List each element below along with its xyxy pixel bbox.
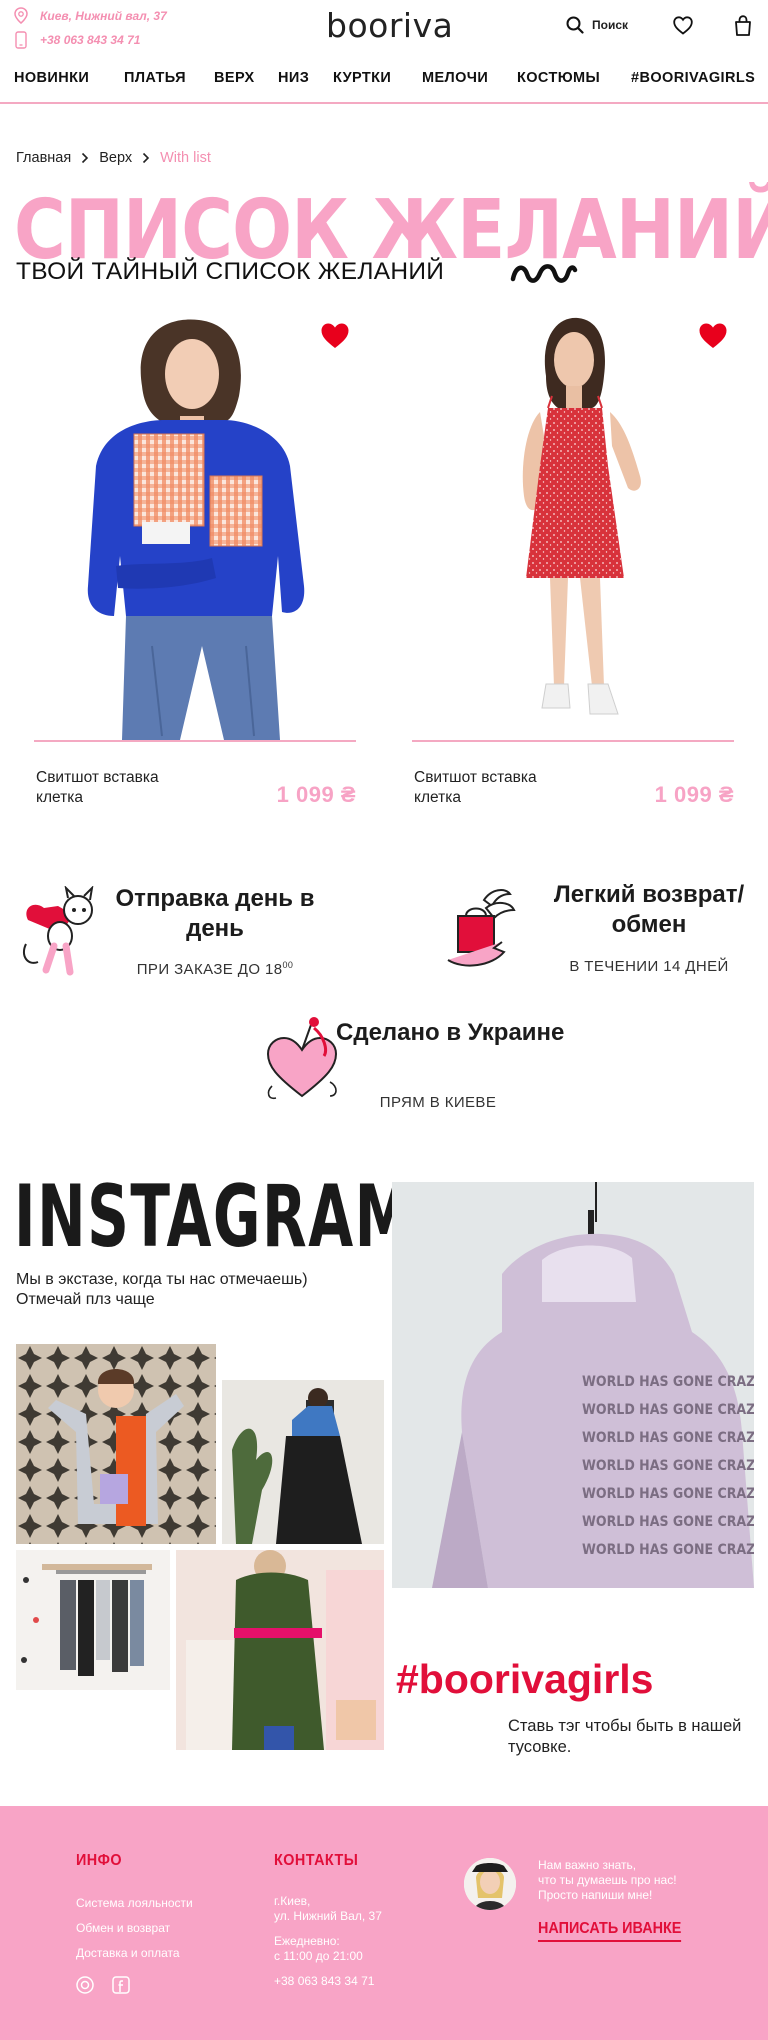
nav-item-suits[interactable]: КОСТЮМЫ: [517, 70, 600, 86]
footer-contacts-heading: КОНТАКТЫ: [274, 1852, 359, 1869]
wishlist-product-card[interactable]: Свитшот вставка клетка 1 099 ₴: [34, 316, 356, 807]
dress-model-image: [522, 317, 641, 715]
footer-phone[interactable]: +38 063 843 34 71: [274, 1974, 374, 1989]
nav-item-new[interactable]: НОВИНКИ: [14, 70, 89, 86]
wishlist-product-card[interactable]: Свитшот вставка клетка 1 099 ₴: [412, 316, 734, 807]
footer-hours-label: Ежедневно:: [274, 1934, 340, 1948]
page-title: ТВОЙ ТАЙНЫЙ СПИСОК ЖЕЛАНИЙ: [16, 258, 445, 285]
facebook-icon[interactable]: [112, 1976, 130, 1994]
instagram-image: [16, 1344, 216, 1544]
feature-title: Легкий возврат/обмен: [553, 881, 745, 938]
cart-bag-icon[interactable]: [734, 15, 752, 36]
hoodie-print-line: WORLD HAS GONE CRAZY: [582, 1486, 754, 1502]
nav-item-bottoms[interactable]: НИЗ: [278, 70, 309, 86]
product-price: 1 099 ₴: [276, 782, 356, 807]
hoodie-print-line: WORLD HAS GONE CRAZY: [582, 1514, 754, 1530]
feature-subtitle-text: ПРИ ЗАКАЗЕ ДО 18: [136, 961, 283, 978]
footer-feedback-line3: Просто напиши мне!: [538, 1888, 653, 1902]
footer-feedback-line1: Нам важно знать,: [538, 1858, 637, 1872]
hoodie-print-line: WORLD HAS GONE CRAZY: [582, 1430, 754, 1446]
sweatshirt-model-image: [87, 319, 305, 740]
footer-city: г.Киев,: [274, 1894, 311, 1908]
location-pin-icon: [14, 7, 28, 24]
instagram-image: [16, 1550, 170, 1690]
footer-link-returns[interactable]: Обмен и возврат: [76, 1921, 170, 1935]
breadcrumb-section[interactable]: Верх: [99, 150, 132, 166]
feature-title: Отправка день в день: [115, 885, 315, 942]
hashtag-title[interactable]: #boorivagirls: [396, 1656, 653, 1703]
footer-hours: с 11:00 до 21:00: [274, 1949, 363, 1963]
instagram-photo-3[interactable]: [16, 1550, 170, 1690]
chevron-right-icon: [82, 152, 89, 164]
feature-subtitle-superscript: 00: [282, 960, 294, 970]
nav-item-boorivagirls[interactable]: #BOORIVAGIRLS: [631, 70, 755, 86]
header-phone[interactable]: +38 063 843 34 71: [14, 31, 140, 49]
chevron-right-icon: [143, 152, 150, 164]
hoodie-print: WORLD HAS GONE CRAZY WORLD HAS GONE CRAZ…: [582, 1368, 754, 1564]
product-divider: [34, 740, 356, 742]
phone-icon: [15, 31, 27, 49]
footer-link-delivery[interactable]: Доставка и оплата: [76, 1946, 180, 1960]
write-ivanka-link[interactable]: НАПИСАТЬ ИВАНКЕ: [538, 1920, 682, 1942]
instagram-image: [176, 1550, 384, 1750]
feature-title: Сделано в Украине: [336, 1019, 565, 1046]
avatar-image: [464, 1858, 516, 1910]
search-label: Поиск: [592, 18, 629, 32]
search-icon: [566, 16, 584, 34]
breadcrumb-current: With list: [160, 150, 211, 166]
instagram-photo-2[interactable]: [222, 1380, 384, 1544]
product-photo[interactable]: [412, 316, 734, 740]
instagram-photo-4[interactable]: [176, 1550, 384, 1750]
hoodie-print-line: WORLD HAS GONE CRAZY: [582, 1374, 754, 1390]
footer-info-heading: ИНФО: [76, 1852, 123, 1869]
site-logo[interactable]: booriva: [326, 6, 453, 45]
header-address-text: Киев, Нижний вал, 37: [40, 8, 167, 23]
wishlist-heart-icon[interactable]: [698, 322, 728, 350]
footer-link-loyalty[interactable]: Система лояльности: [76, 1896, 193, 1910]
instagram-image: [222, 1380, 384, 1544]
instagram-photo-hoodie[interactable]: WORLD HAS GONE CRAZY WORLD HAS GONE CRAZ…: [392, 1182, 754, 1588]
squiggle-icon: [510, 264, 578, 283]
instagram-title: INSTAGRAM: [14, 1167, 414, 1267]
site-footer: ИНФО Система лояльности Обмен и возврат …: [0, 1806, 768, 2040]
nav-item-tops[interactable]: ВЕРХ: [214, 70, 255, 86]
nav-item-accessories[interactable]: МЕЛОЧИ: [422, 70, 488, 86]
instagram-photo-1[interactable]: [16, 1344, 216, 1544]
avatar: [464, 1858, 516, 1910]
product-name[interactable]: Свитшот вставка клетка: [414, 768, 584, 808]
delivery-cat-icon: [22, 886, 94, 976]
header-phone-text: +38 063 843 34 71: [40, 33, 141, 47]
product-price: 1 099 ₴: [654, 782, 734, 807]
hoodie-print-line: WORLD HAS GONE CRAZY: [582, 1542, 754, 1558]
footer-street: ул. Нижний Вал, 37: [274, 1909, 382, 1923]
instagram-icon[interactable]: [76, 1976, 94, 1994]
return-bag-wings-icon: [447, 889, 516, 967]
hoodie-print-line: WORLD HAS GONE CRAZY: [582, 1458, 754, 1474]
heart-icon[interactable]: [673, 16, 693, 35]
nav-item-dresses[interactable]: ПЛАТЬЯ: [124, 70, 186, 86]
wishlist-heart-icon[interactable]: [320, 322, 350, 350]
breadcrumb-home[interactable]: Главная: [16, 150, 71, 166]
header-address[interactable]: Киев, Нижний вал, 37: [14, 7, 167, 24]
product-photo[interactable]: [34, 316, 356, 740]
nav-item-jackets[interactable]: КУРТКИ: [333, 70, 391, 86]
instagram-description: Мы в экстазе, когда ты нас отмечаешь) От…: [16, 1271, 308, 1308]
footer-feedback-line2: что ты думаешь про нас!: [538, 1873, 677, 1887]
search-button[interactable]: Поиск: [566, 16, 628, 34]
product-divider: [412, 740, 734, 742]
product-name[interactable]: Свитшот вставка клетка: [36, 768, 206, 808]
feature-subtitle: В ТЕЧЕНИИ 14 ДНЕЙ: [569, 958, 729, 975]
breadcrumb: Главная Верх With list: [16, 150, 211, 166]
main-nav: НОВИНКИ ПЛАТЬЯ ВЕРХ НИЗ КУРТКИ МЕЛОЧИ КО…: [0, 70, 768, 92]
heart-pin-icon: [266, 1017, 338, 1100]
hoodie-print-line: WORLD HAS GONE CRAZY: [582, 1402, 754, 1418]
feature-subtitle: ПРИ ЗАКАЗЕ ДО 1800: [112, 960, 318, 978]
site-header: Киев, Нижний вал, 37 +38 063 843 34 71 b…: [0, 0, 768, 104]
feature-subtitle: ПРЯМ В КИЕВЕ: [379, 1094, 497, 1111]
hashtag-note: Ставь тэг чтобы быть в нашей тусовке.: [508, 1717, 742, 1756]
